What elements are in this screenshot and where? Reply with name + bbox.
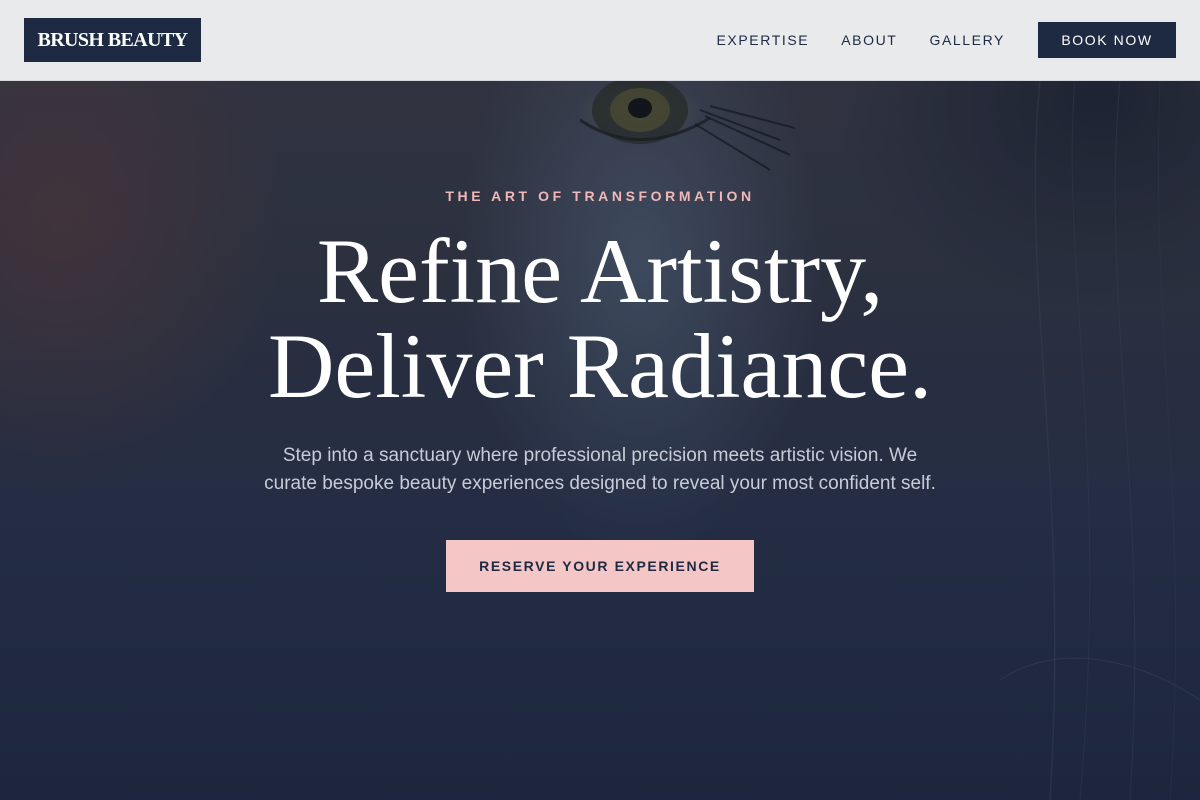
headline-line-2: Deliver Radiance. [267, 315, 933, 417]
top-navbar: BRUSH BEAUTY EXPERTISE ABOUT GALLERY BOO… [0, 0, 1200, 81]
reserve-experience-button[interactable]: RESERVE YOUR EXPERIENCE [446, 540, 754, 592]
brand-logo[interactable]: BRUSH BEAUTY [24, 18, 201, 62]
hero-eyebrow: THE ART OF TRANSFORMATION [445, 188, 755, 204]
nav-link-expertise[interactable]: EXPERTISE [716, 32, 809, 48]
headline-line-1: Refine Artistry, [316, 220, 884, 322]
nav-menu: EXPERTISE ABOUT GALLERY BOOK NOW [716, 22, 1176, 58]
hero-headline: Refine Artistry, Deliver Radiance. [0, 224, 1200, 414]
hero-subtext: Step into a sanctuary where professional… [264, 445, 936, 494]
nav-link-about[interactable]: ABOUT [841, 32, 897, 48]
hero-content: THE ART OF TRANSFORMATION Refine Artistr… [0, 186, 1200, 592]
nav-link-gallery[interactable]: GALLERY [929, 32, 1005, 48]
book-now-button[interactable]: BOOK NOW [1038, 22, 1176, 58]
